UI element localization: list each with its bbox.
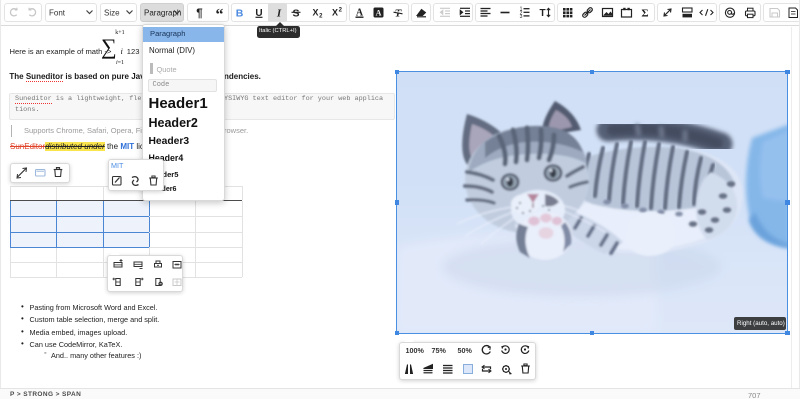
svg-text:X: X xyxy=(312,8,318,18)
svg-text:3: 3 xyxy=(520,14,523,20)
svg-text:2: 2 xyxy=(339,8,343,14)
svg-text:X: X xyxy=(332,8,338,18)
svg-text:Size: Size xyxy=(104,9,120,18)
svg-text:I: I xyxy=(276,8,282,20)
svg-text:Font: Font xyxy=(49,9,66,18)
svg-text:“: “ xyxy=(216,7,224,24)
svg-text:2: 2 xyxy=(319,14,323,20)
svg-text:¶: ¶ xyxy=(196,8,203,20)
svg-text:Σ: Σ xyxy=(641,8,648,20)
svg-text:T: T xyxy=(539,8,545,19)
svg-text:A: A xyxy=(376,9,382,18)
svg-text:S: S xyxy=(292,8,299,20)
svg-text:B: B xyxy=(236,8,244,20)
